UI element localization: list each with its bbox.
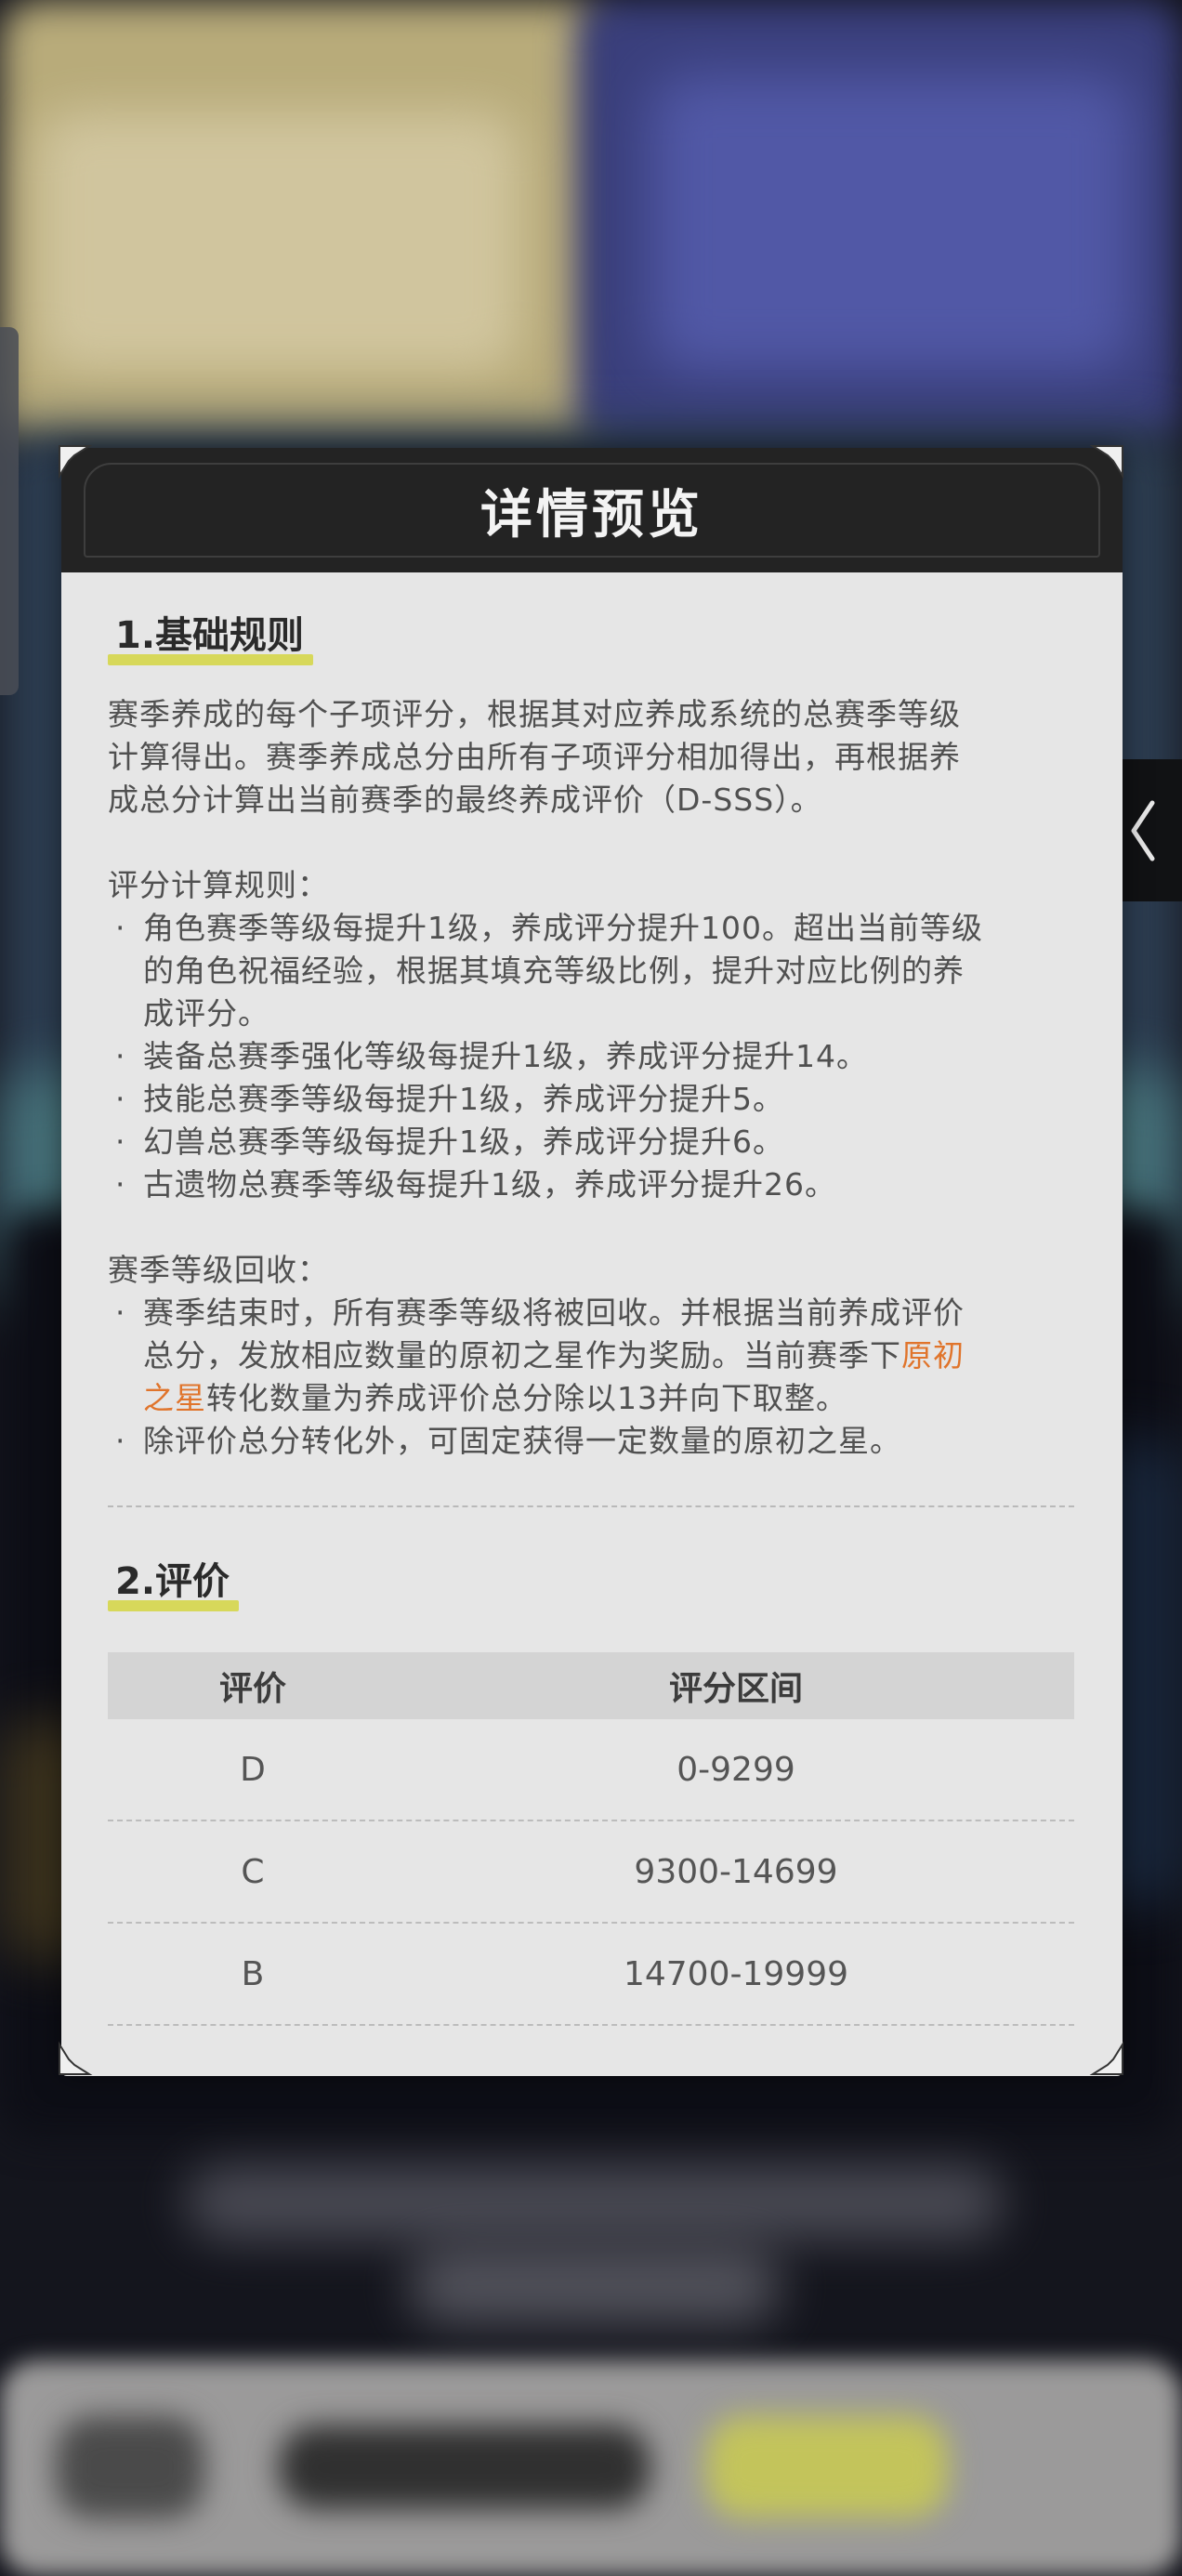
rule-item-relic: · 古遗物总赛季等级每提升1级，养成评分提升26。 <box>115 1166 836 1203</box>
corner-ornament-icon <box>59 445 93 480</box>
rule-item-skill: · 技能总赛季等级每提升1级，养成评分提升5。 <box>115 1081 784 1117</box>
grade-cell: C <box>241 1852 265 1891</box>
highlight-primal-star: 原初 <box>901 1337 965 1373</box>
header-score-range: 评分区间 <box>668 1670 803 1708</box>
table-row: C 9300-14699 <box>108 1821 1074 1924</box>
detail-preview-dialog: 详情预览 1.基础规则 赛季养成的每个子项评分，根据其对应养成系统的总赛季等级 … <box>61 448 1123 2076</box>
table-row: B 14700-19999 <box>108 1924 1074 2026</box>
grade-cell: D <box>240 1750 266 1789</box>
range-cell: 0-9299 <box>676 1750 795 1789</box>
intro-line: 成总分计算出当前赛季的最终养成评价（D-SSS）。 <box>108 782 822 818</box>
intro-paragraph: 赛季养成的每个子项评分，根据其对应养成系统的总赛季等级 计算得出。赛季养成总分由… <box>108 693 1074 821</box>
dialog-content[interactable]: 1.基础规则 赛季养成的每个子项评分，根据其对应养成系统的总赛季等级 计算得出。… <box>108 611 1074 2026</box>
rule-item-equipment: · 装备总赛季强化等级每提升1级，养成评分提升14。 <box>115 1038 868 1074</box>
table-header: 评价 评分区间 <box>108 1652 1074 1719</box>
header-grade: 评价 <box>218 1670 286 1708</box>
intro-line: 赛季养成的每个子项评分，根据其对应养成系统的总赛季等级 <box>108 696 961 732</box>
rule-item-beast: · 幻兽总赛季等级每提升1级，养成评分提升6。 <box>115 1124 784 1160</box>
corner-ornament-icon <box>1089 445 1123 480</box>
recycle-item-season-end: · 赛季结束时，所有赛季等级将被回收。并根据当前养成评价 总分，发放相应数量的原… <box>115 1295 965 1416</box>
rating-table: 评价 评分区间 D 0-9299 C 9300-14699 B 14700-19… <box>108 1652 1074 2026</box>
highlight-primal-star: 之星 <box>143 1380 206 1416</box>
section-divider <box>108 1505 1074 1507</box>
score-rules-heading: 评分计算规则： <box>108 867 329 903</box>
chevron-left-icon <box>1131 800 1155 861</box>
section-title-basic-rules: 1.基础规则 <box>108 611 314 665</box>
range-cell: 9300-14699 <box>634 1852 838 1891</box>
grade-cell: B <box>241 1954 265 1993</box>
section-title-rating: 2.评价 <box>108 1557 240 1611</box>
dialog-header: 详情预览 <box>61 448 1123 572</box>
table-row: D 0-9299 <box>108 1719 1074 1821</box>
recycle-heading: 赛季等级回收： <box>108 1252 329 1288</box>
dialog-title: 详情预览 <box>480 484 703 545</box>
rule-item-character: · 角色赛季等级每提升1级，养成评分提升100。超出当前等级 的角色祝福经验，根… <box>115 910 983 1032</box>
range-cell: 14700-19999 <box>623 1954 849 1993</box>
corner-ornament-icon <box>1089 2041 1123 2075</box>
corner-ornament-icon <box>59 2041 93 2075</box>
recycle-item-fixed-reward: · 除评价总分转化外，可固定获得一定数量的原初之星。 <box>115 1423 901 1459</box>
left-edge-tab[interactable] <box>0 327 19 695</box>
intro-line: 计算得出。赛季养成总分由所有子项评分相加得出，再根据养 <box>108 739 961 775</box>
